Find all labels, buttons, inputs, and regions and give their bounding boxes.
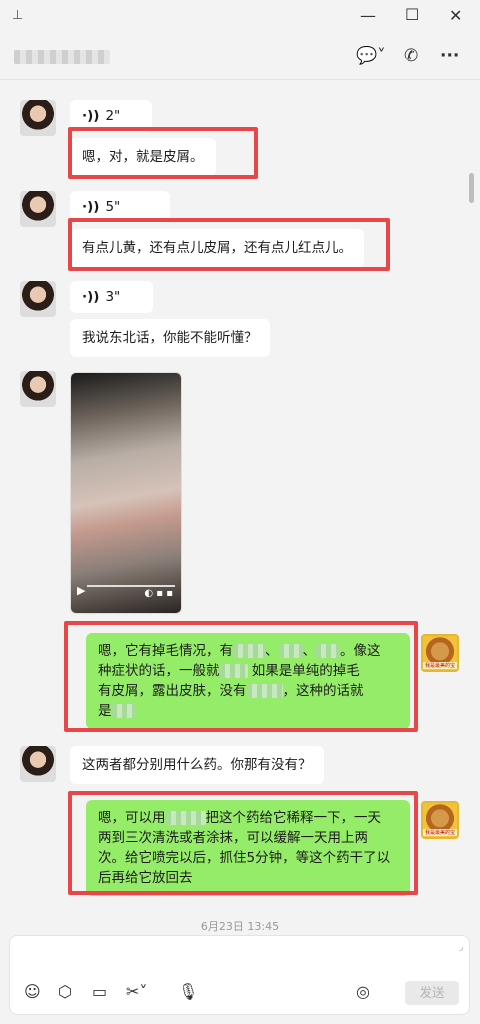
play-icon[interactable]: ▶ — [77, 584, 85, 597]
scissors-icon[interactable]: ✂˅ — [126, 982, 147, 1001]
contact-avatar[interactable] — [20, 100, 56, 136]
voice-duration: 3" — [105, 289, 121, 305]
video-progress-bar[interactable] — [87, 585, 175, 587]
my-avatar[interactable]: 我是最美的宝 — [421, 801, 459, 839]
expand-corner-icon[interactable]: ◞ — [459, 942, 463, 953]
avatar-caption: 我是最美的宝 — [423, 662, 457, 669]
video-message[interactable]: ▶ ◐ ▪ ▪ — [70, 372, 182, 614]
call-icon[interactable]: ✆ — [404, 46, 418, 66]
highlight-box — [68, 791, 418, 895]
highlight-box — [68, 218, 390, 271]
chat-header: 💬˅ ✆ ··· — [0, 36, 480, 80]
contact-avatar[interactable] — [20, 191, 56, 227]
close-button[interactable]: ✕ — [449, 6, 462, 25]
contact-avatar[interactable] — [20, 371, 56, 407]
minimize-button[interactable]: — — [360, 6, 376, 25]
text-message[interactable]: 这两者都分别用什么药。你那有没有？ — [70, 746, 324, 784]
message-input-area[interactable]: ◞ ☺ ⬡ ▭ ✂˅ 🎙 ◎ 发送 — [9, 935, 470, 1015]
contact-avatar[interactable] — [20, 746, 56, 782]
box-icon[interactable]: ⬡ — [58, 982, 72, 1001]
voice-wave-icon: ·)) — [82, 289, 100, 305]
voice-duration: 2" — [105, 108, 121, 124]
chat-info-icon[interactable]: 💬˅ — [356, 46, 386, 66]
emoji-icon[interactable]: ☺ — [24, 982, 41, 1001]
folder-icon[interactable]: ▭ — [92, 982, 107, 1001]
contact-avatar[interactable] — [20, 281, 56, 317]
maximize-button[interactable]: ☐ — [405, 5, 419, 24]
more-icon[interactable]: ··· — [440, 46, 459, 66]
voice-duration: 5" — [105, 199, 121, 215]
my-avatar[interactable]: 我是最美的宝 — [421, 634, 459, 672]
text-message[interactable]: 我说东北话，你能不能听懂？ — [70, 319, 270, 357]
timestamp: 6月23日 13:45 — [200, 920, 280, 933]
contact-name-blurred — [14, 50, 110, 64]
voice-message[interactable]: ·)) 3" — [70, 281, 153, 313]
video-controls-icon[interactable]: ◐ ▪ ▪ — [144, 588, 173, 599]
send-button[interactable]: 发送 — [405, 981, 459, 1005]
mic-icon[interactable]: 🎙 — [178, 982, 198, 1001]
voice-call-icon[interactable]: ◎ — [356, 982, 370, 1001]
scrollbar-thumb[interactable] — [469, 173, 474, 203]
highlight-box — [64, 621, 418, 732]
highlight-box — [68, 127, 258, 179]
avatar-caption: 我是最美的宝 — [423, 829, 457, 836]
message-list[interactable]: ·)) 2" 嗯，对，就是皮屑。 ·)) 5" 有点儿黄，还有点儿皮屑，还有点儿红点… — [0, 81, 480, 933]
title-bar: ⊥ — ☐ ✕ — [0, 0, 480, 36]
pin-icon[interactable]: ⊥ — [12, 8, 23, 23]
